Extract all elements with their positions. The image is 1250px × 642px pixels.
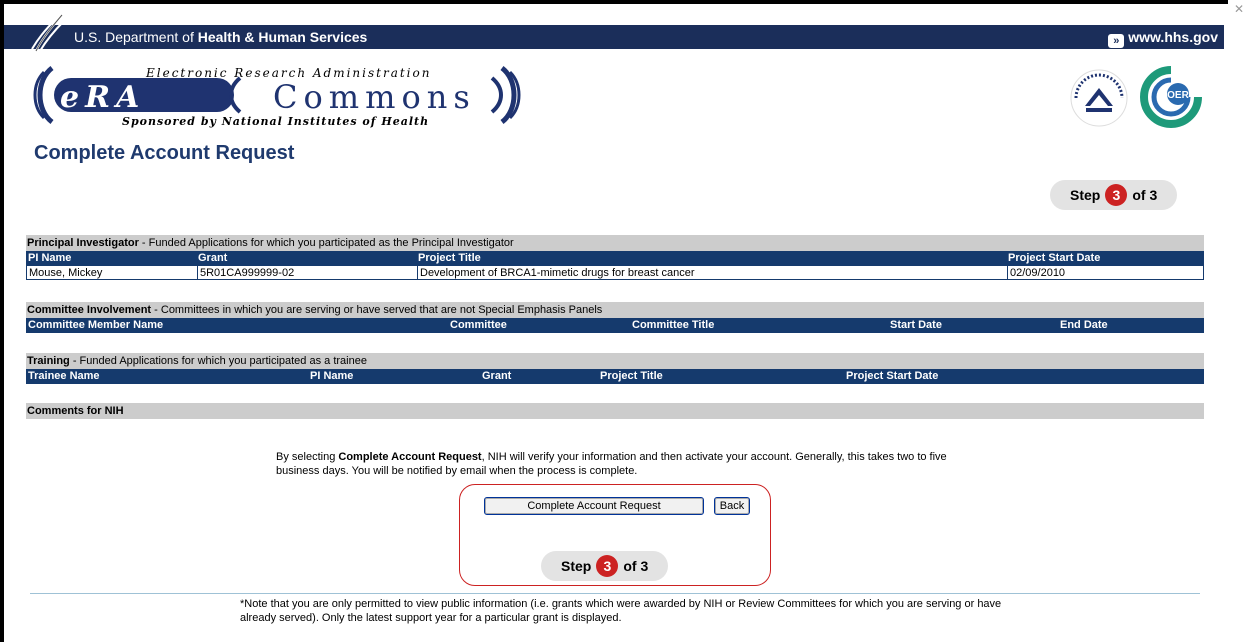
- table-header-row: Committee Member Name Committee Committe…: [26, 318, 1204, 333]
- table-cell: Development of BRCA1-mimetic drugs for b…: [417, 266, 695, 279]
- era-logo-commons: Commons: [273, 78, 476, 116]
- hhs-eagle-icon: [31, 14, 65, 52]
- column-header: PI Name: [28, 252, 72, 264]
- comments-section: Comments for NIH: [26, 403, 1204, 419]
- table-cell: 02/09/2010: [1007, 266, 1065, 279]
- divider: [30, 593, 1200, 594]
- column-header: Trainee Name: [28, 370, 100, 382]
- column-header: Grant: [198, 252, 228, 264]
- hhs-header-bar: U.S. Department of Health & Human Servic…: [4, 14, 1224, 52]
- step-of-label: of 3: [1132, 187, 1158, 203]
- column-header: Project Title: [600, 370, 663, 382]
- section-header: Comments for NIH: [26, 403, 1204, 419]
- table-cell: Mouse, Mickey: [29, 267, 103, 279]
- table-header-row: Trainee Name PI Name Grant Project Title…: [26, 369, 1204, 384]
- column-header: Committee Title: [632, 319, 715, 331]
- era-logo-era: eRA: [60, 80, 146, 115]
- section-header: Training - Funded Applications for which…: [26, 353, 1204, 369]
- right-gutter: ✕: [1228, 0, 1250, 642]
- column-header: Start Date: [890, 319, 942, 331]
- column-header: Grant: [482, 370, 512, 382]
- step-number-badge: 3: [1105, 184, 1128, 206]
- public-info-note: *Note that you are only permitted to vie…: [240, 598, 1002, 624]
- hhs-site-link[interactable]: » www.hhs.gov: [1108, 29, 1218, 48]
- column-header: End Date: [1060, 319, 1108, 331]
- nih-seal-icon: [1070, 69, 1128, 127]
- column-header: Project Start Date: [846, 370, 939, 382]
- column-header: Committee: [450, 319, 507, 331]
- page-title: Complete Account Request: [34, 142, 295, 164]
- step-number-badge: 3: [596, 555, 619, 577]
- close-icon[interactable]: ✕: [1234, 2, 1244, 16]
- hhs-department-name: U.S. Department of Health & Human Servic…: [74, 29, 368, 45]
- column-header: Committee Member Name: [28, 319, 164, 331]
- submission-info-text: By selecting Complete Account Request, N…: [276, 451, 947, 477]
- section-header: Committee Involvement - Committees in wh…: [26, 302, 1204, 318]
- section-header: Principal Investigator - Funded Applicat…: [26, 235, 1204, 251]
- column-header: Project Title: [418, 252, 481, 264]
- table-cell: 5R01CA999999-02: [197, 266, 294, 279]
- step-label: Step: [561, 558, 592, 574]
- training-section: Training - Funded Applications for which…: [26, 353, 1204, 384]
- step-label: Step: [1070, 187, 1101, 203]
- column-header: PI Name: [310, 370, 354, 382]
- step-indicator-top: Step 3 of 3: [1050, 180, 1178, 210]
- double-chevron-right-icon: »: [1108, 34, 1125, 48]
- complete-account-request-button[interactable]: Complete Account Request: [484, 497, 704, 515]
- table-header-row: PI Name Grant Project Title Project Star…: [26, 251, 1204, 266]
- table-row: Mouse, Mickey 5R01CA999999-02 Developmen…: [26, 266, 1204, 280]
- back-button[interactable]: Back: [714, 497, 750, 515]
- step-indicator-bottom: Step 3 of 3: [541, 551, 669, 581]
- step-of-label: of 3: [623, 558, 649, 574]
- column-header: Project Start Date: [1008, 252, 1101, 264]
- principal-investigator-section: Principal Investigator - Funded Applicat…: [26, 235, 1204, 280]
- committee-involvement-section: Committee Involvement - Committees in wh…: [26, 302, 1204, 333]
- oer-logo-icon: OER: [1140, 66, 1202, 128]
- oer-logo-text: OER: [1167, 90, 1189, 101]
- era-logo-bottom-line: Sponsored by National Institutes of Heal…: [122, 115, 430, 128]
